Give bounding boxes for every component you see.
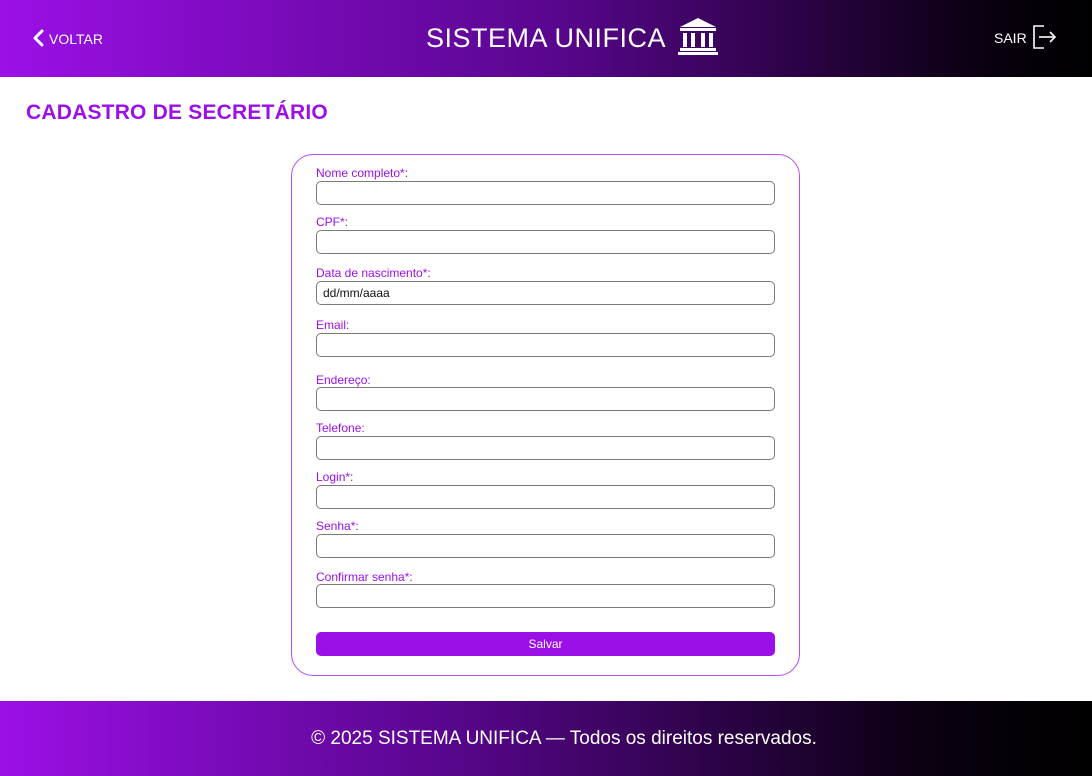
bank-icon bbox=[678, 17, 719, 60]
email-input[interactable] bbox=[316, 333, 775, 357]
birth-date-label: Data de nascimento*: bbox=[316, 266, 431, 280]
logout-button-label: SAIR bbox=[994, 30, 1027, 46]
address-label: Endereço: bbox=[316, 373, 371, 387]
page-title: CADASTRO DE SECRETÁRIO bbox=[26, 101, 328, 124]
password-label: Senha*: bbox=[316, 519, 359, 533]
top-bar: VOLTAR SISTEMA UNIFICA SAIR bbox=[0, 0, 1092, 77]
full-name-input[interactable] bbox=[316, 181, 775, 205]
full-name-label: Nome completo*: bbox=[316, 166, 409, 180]
back-button[interactable]: VOLTAR bbox=[30, 28, 103, 50]
phone-label: Telefone: bbox=[316, 421, 365, 435]
email-label: Email: bbox=[316, 318, 350, 332]
password-input[interactable] bbox=[316, 534, 775, 558]
address-input[interactable] bbox=[316, 387, 775, 411]
birth-date-input[interactable] bbox=[316, 281, 775, 305]
footer: © 2025 SISTEMA UNIFICA — Todos os direit… bbox=[0, 701, 1092, 776]
logout-button[interactable]: SAIR bbox=[994, 24, 1058, 52]
save-button[interactable]: Salvar bbox=[316, 632, 775, 656]
confirm-password-input[interactable] bbox=[316, 584, 775, 608]
brand: SISTEMA UNIFICA bbox=[426, 17, 719, 60]
confirm-password-label: Confirmar senha*: bbox=[316, 570, 413, 584]
app-title: SISTEMA UNIFICA bbox=[426, 22, 667, 53]
logout-icon bbox=[1030, 23, 1058, 54]
cpf-label: CPF*: bbox=[316, 215, 349, 229]
chevron-left-icon bbox=[30, 28, 46, 51]
login-input[interactable] bbox=[316, 485, 775, 509]
phone-input[interactable] bbox=[316, 436, 775, 460]
back-button-label: VOLTAR bbox=[49, 31, 103, 47]
footer-copyright: © 2025 SISTEMA UNIFICA — Todos os direit… bbox=[311, 727, 817, 749]
secretary-form: Nome completo*: CPF*: Data de nascimento… bbox=[291, 154, 800, 676]
cpf-input[interactable] bbox=[316, 230, 775, 254]
login-label: Login*: bbox=[316, 470, 354, 484]
